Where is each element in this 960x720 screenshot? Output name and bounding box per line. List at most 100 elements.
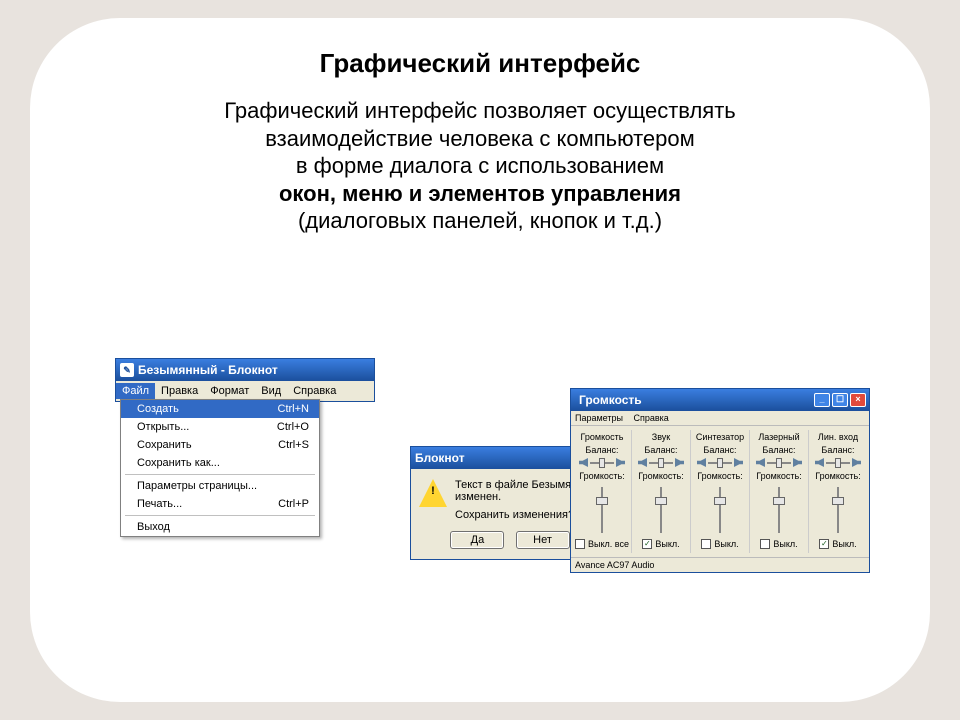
balance-slider[interactable]: [708, 462, 732, 464]
volume-col-synth: Синтезатор Баланс: Громкость: Выкл.: [691, 430, 750, 553]
body-line-1: Графический интерфейс позволяет осуществ…: [224, 98, 736, 123]
col-linein-mute[interactable]: ✓ Выкл.: [810, 539, 866, 549]
menu-item-open-shortcut: Ctrl+O: [277, 421, 309, 433]
volume-slider[interactable]: [719, 487, 721, 533]
speaker-left-icon: [579, 458, 588, 467]
slide-body: Графический интерфейс позволяет осуществ…: [90, 97, 870, 235]
balance-slider[interactable]: [590, 462, 614, 464]
volume-titlebar[interactable]: Громкость _ ☐ ×: [571, 389, 869, 411]
menu-format[interactable]: Формат: [204, 383, 255, 399]
mute-label: Выкл.: [655, 539, 679, 549]
menu-view[interactable]: Вид: [255, 383, 287, 399]
dialog-no-button[interactable]: Нет: [516, 531, 570, 549]
mute-label: Выкл.: [714, 539, 738, 549]
volume-col-master: Громкость Баланс: Громкость: Выкл. все: [573, 430, 632, 553]
volume-title: Громкость: [575, 393, 814, 407]
menu-item-new[interactable]: Создать Ctrl+N: [121, 400, 319, 418]
volume-menu-options[interactable]: Параметры: [575, 413, 623, 423]
menu-item-exit[interactable]: Выход: [121, 518, 319, 536]
col-master-name: Громкость: [574, 432, 630, 442]
col-wave-vol-label: Громкость:: [633, 471, 689, 481]
speaker-right-icon: [852, 458, 861, 467]
col-wave-balance-label: Баланс:: [633, 445, 689, 455]
examples-area: ✎ Безымянный - Блокнот Файл Правка Форма…: [70, 358, 890, 662]
menu-item-new-shortcut: Ctrl+N: [278, 403, 309, 415]
body-line-3: в форме диалога с использованием: [296, 153, 664, 178]
menu-separator-2: [125, 515, 315, 516]
notepad-menubar[interactable]: Файл Правка Формат Вид Справка: [116, 381, 374, 401]
volume-slider[interactable]: [837, 487, 839, 533]
menu-help[interactable]: Справка: [287, 383, 342, 399]
menu-item-save-label: Сохранить: [137, 439, 192, 451]
speaker-left-icon: [756, 458, 765, 467]
menu-item-save-as[interactable]: Сохранить как...: [121, 454, 319, 472]
speaker-left-icon: [815, 458, 824, 467]
menu-item-save-shortcut: Ctrl+S: [278, 439, 309, 451]
volume-columns: Громкость Баланс: Громкость: Выкл. все: [571, 426, 869, 557]
speaker-left-icon: [697, 458, 706, 467]
volume-col-linein: Лин. вход Баланс: Громкость: ✓ Выкл.: [809, 430, 867, 553]
speaker-right-icon: [616, 458, 625, 467]
body-line-5: (диалоговых панелей, кнопок и т.д.): [298, 208, 662, 233]
col-linein-balance[interactable]: [810, 458, 866, 467]
volume-menubar[interactable]: Параметры Справка: [571, 411, 869, 426]
slide-card: Графический интерфейс Графический интерф…: [30, 18, 930, 702]
menu-item-open-label: Открыть...: [137, 421, 189, 433]
speaker-right-icon: [675, 458, 684, 467]
mute-checkbox[interactable]: [760, 539, 770, 549]
menu-edit[interactable]: Правка: [155, 383, 204, 399]
volume-slider[interactable]: [660, 487, 662, 533]
col-cd-vol-label: Громкость:: [751, 471, 807, 481]
mute-checkbox[interactable]: ✓: [642, 539, 652, 549]
col-synth-name: Синтезатор: [692, 432, 748, 442]
balance-slider[interactable]: [826, 462, 850, 464]
volume-window[interactable]: Громкость _ ☐ × Параметры Справка Громко…: [570, 388, 870, 573]
maximize-button[interactable]: ☐: [832, 393, 848, 407]
file-menu-popup[interactable]: Создать Ctrl+N Открыть... Ctrl+O Сохрани…: [120, 399, 320, 537]
dialog-yes-button[interactable]: Да: [450, 531, 504, 549]
col-wave-balance[interactable]: [633, 458, 689, 467]
warning-icon: [419, 479, 447, 507]
menu-item-open[interactable]: Открыть... Ctrl+O: [121, 418, 319, 436]
col-cd-balance-label: Баланс:: [751, 445, 807, 455]
slide-title: Графический интерфейс: [90, 48, 870, 79]
menu-item-print[interactable]: Печать... Ctrl+P: [121, 495, 319, 513]
mute-checkbox[interactable]: ✓: [819, 539, 829, 549]
mute-checkbox[interactable]: [701, 539, 711, 549]
body-line-2: взаимодействие человека с компьютером: [265, 126, 695, 151]
balance-slider[interactable]: [767, 462, 791, 464]
balance-slider[interactable]: [649, 462, 673, 464]
menu-separator-1: [125, 474, 315, 475]
col-master-balance[interactable]: [574, 458, 630, 467]
col-synth-balance[interactable]: [692, 458, 748, 467]
menu-item-page-setup[interactable]: Параметры страницы...: [121, 477, 319, 495]
menu-item-save[interactable]: Сохранить Ctrl+S: [121, 436, 319, 454]
notepad-titlebar[interactable]: ✎ Безымянный - Блокнот: [116, 359, 374, 381]
volume-slider[interactable]: [601, 487, 603, 533]
speaker-right-icon: [793, 458, 802, 467]
close-button[interactable]: ×: [850, 393, 866, 407]
col-linein-vol-label: Громкость:: [810, 471, 866, 481]
col-synth-balance-label: Баланс:: [692, 445, 748, 455]
menu-item-print-shortcut: Ctrl+P: [278, 498, 309, 510]
menu-item-new-label: Создать: [137, 403, 179, 415]
volume-slider[interactable]: [778, 487, 780, 533]
body-line-bold: окон, меню и элементов управления: [279, 181, 681, 206]
mute-label: Выкл.: [773, 539, 797, 549]
col-linein-balance-label: Баланс:: [810, 445, 866, 455]
volume-footer: Avance AC97 Audio: [571, 557, 869, 572]
speaker-left-icon: [638, 458, 647, 467]
volume-menu-help[interactable]: Справка: [634, 413, 669, 423]
menu-file[interactable]: Файл: [116, 383, 155, 399]
col-cd-balance[interactable]: [751, 458, 807, 467]
col-synth-mute[interactable]: Выкл.: [692, 539, 748, 549]
minimize-button[interactable]: _: [814, 393, 830, 407]
notepad-icon: ✎: [120, 363, 134, 377]
mute-checkbox[interactable]: [575, 539, 585, 549]
col-master-mute[interactable]: Выкл. все: [574, 539, 630, 549]
col-wave-mute[interactable]: ✓ Выкл.: [633, 539, 689, 549]
col-cd-mute[interactable]: Выкл.: [751, 539, 807, 549]
notepad-window[interactable]: ✎ Безымянный - Блокнот Файл Правка Форма…: [115, 358, 375, 402]
menu-item-exit-label: Выход: [137, 521, 170, 533]
mute-label: Выкл.: [832, 539, 856, 549]
